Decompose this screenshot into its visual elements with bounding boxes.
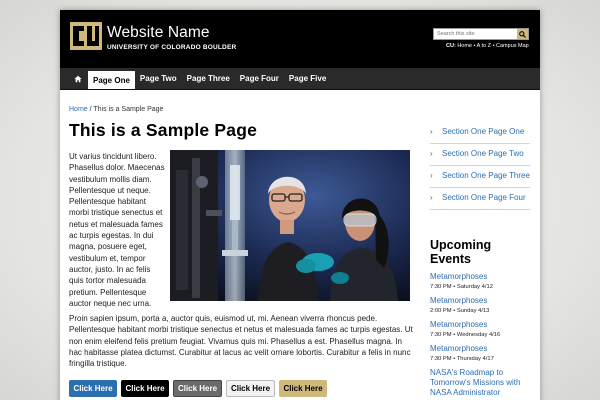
event-meta: 2:00 PM • Sunday 4/13 <box>430 308 490 314</box>
util-link-a-to-z[interactable]: A to Z <box>477 43 491 49</box>
sidebar-link-label: Section One Page Two <box>442 149 524 158</box>
event-title-link[interactable]: NASA's Roadmap to Tomorrow's Missions wi… <box>430 368 530 398</box>
util-prefix: CU: <box>446 43 456 49</box>
util-link-campus-map[interactable]: Campus Map <box>496 43 529 49</box>
main-nav: Page One Page Two Page Three Page Four P… <box>60 68 540 90</box>
chevron-right-icon: › <box>430 127 433 136</box>
search-icon <box>519 30 526 38</box>
breadcrumb-home-link[interactable]: Home <box>69 106 88 113</box>
sidebar-link-label: Section One Page One <box>442 127 525 136</box>
nav-page-two[interactable]: Page Two <box>135 68 182 89</box>
event-item: Metamorphoses 7:30 PM • Wednesday 4/16 <box>430 320 530 338</box>
breadcrumb: Home / This is a Sample Page <box>69 106 163 113</box>
event-meta: 7:30 PM • Thursday 4/17 <box>430 356 494 362</box>
site-subtitle: UNIVERSITY OF COLORADO BOULDER <box>107 44 237 51</box>
event-meta: 7:30 PM • Wednesday 4/16 <box>430 332 501 338</box>
cu-logo[interactable] <box>69 21 103 51</box>
event-title-link[interactable]: Metamorphoses <box>430 320 530 330</box>
utility-links: CU: Home • A to Z • Campus Map <box>446 43 529 49</box>
nav-page-five[interactable]: Page Five <box>284 68 331 89</box>
event-item: Metamorphoses 2:00 PM • Sunday 4/13 <box>430 296 530 314</box>
lab-scene-image <box>170 150 410 301</box>
body-paragraph-intro: Ut varius tincidunt libero. Phasellus do… <box>69 152 165 308</box>
nav-page-one[interactable]: Page One <box>88 71 135 89</box>
event-item: Metamorphoses 7:30 PM • Saturday 4/12 <box>430 272 530 290</box>
search-box <box>433 28 529 40</box>
search-input[interactable] <box>434 29 517 39</box>
event-meta: 7:30 PM • Saturday 4/12 <box>430 284 493 290</box>
click-here-button-black[interactable]: Click Here <box>121 380 169 397</box>
site-header: Website Name UNIVERSITY OF COLORADO BOUL… <box>60 10 540 68</box>
click-here-button-light[interactable]: Click Here <box>226 380 275 397</box>
nav-home[interactable] <box>68 68 88 89</box>
browser-frame: Website Name UNIVERSITY OF COLORADO BOUL… <box>60 10 540 400</box>
search-button[interactable] <box>517 29 528 39</box>
chevron-right-icon: › <box>430 149 433 158</box>
click-here-button-blue[interactable]: Click Here <box>69 380 117 397</box>
chevron-right-icon: › <box>430 171 433 180</box>
sidebar-link-page-three[interactable]: › Section One Page Three <box>430 166 530 188</box>
events-list: Metamorphoses 7:30 PM • Saturday 4/12 Me… <box>430 272 530 400</box>
nav-page-three[interactable]: Page Three <box>182 68 235 89</box>
site-name[interactable]: Website Name <box>107 24 210 42</box>
home-icon <box>74 75 82 82</box>
sidebar-link-label: Section One Page Four <box>442 193 526 202</box>
chevron-right-icon: › <box>430 193 433 202</box>
sidebar-link-page-one[interactable]: › Section One Page One <box>430 122 530 144</box>
event-title-link[interactable]: Metamorphoses <box>430 296 530 306</box>
event-item: NASA's Roadmap to Tomorrow's Missions wi… <box>430 368 530 398</box>
upcoming-events-heading: Upcoming Events <box>430 238 492 266</box>
sidebar-link-label: Section One Page Three <box>442 171 530 180</box>
button-row: Click Here Click Here Click Here Click H… <box>69 380 327 397</box>
event-title-link[interactable]: Metamorphoses <box>430 344 530 354</box>
click-here-button-gray[interactable]: Click Here <box>173 380 222 397</box>
page-title: This is a Sample Page <box>69 120 258 140</box>
body-paragraph-main: Proin sapien ipsum, porta a, auctor quis… <box>69 314 413 369</box>
event-title-link[interactable]: Metamorphoses <box>430 272 530 282</box>
sidebar-link-page-two[interactable]: › Section One Page Two <box>430 144 530 166</box>
feature-photo <box>170 150 410 301</box>
breadcrumb-current: This is a Sample Page <box>93 106 164 113</box>
event-item: Metamorphoses 7:30 PM • Thursday 4/17 <box>430 344 530 362</box>
sidebar-link-page-four[interactable]: › Section One Page Four <box>430 188 530 210</box>
sidebar-section-nav: › Section One Page One › Section One Pag… <box>430 122 530 210</box>
click-here-button-gold[interactable]: Click Here <box>279 380 327 397</box>
util-link-home[interactable]: Home <box>457 43 472 49</box>
nav-page-four[interactable]: Page Four <box>235 68 284 89</box>
